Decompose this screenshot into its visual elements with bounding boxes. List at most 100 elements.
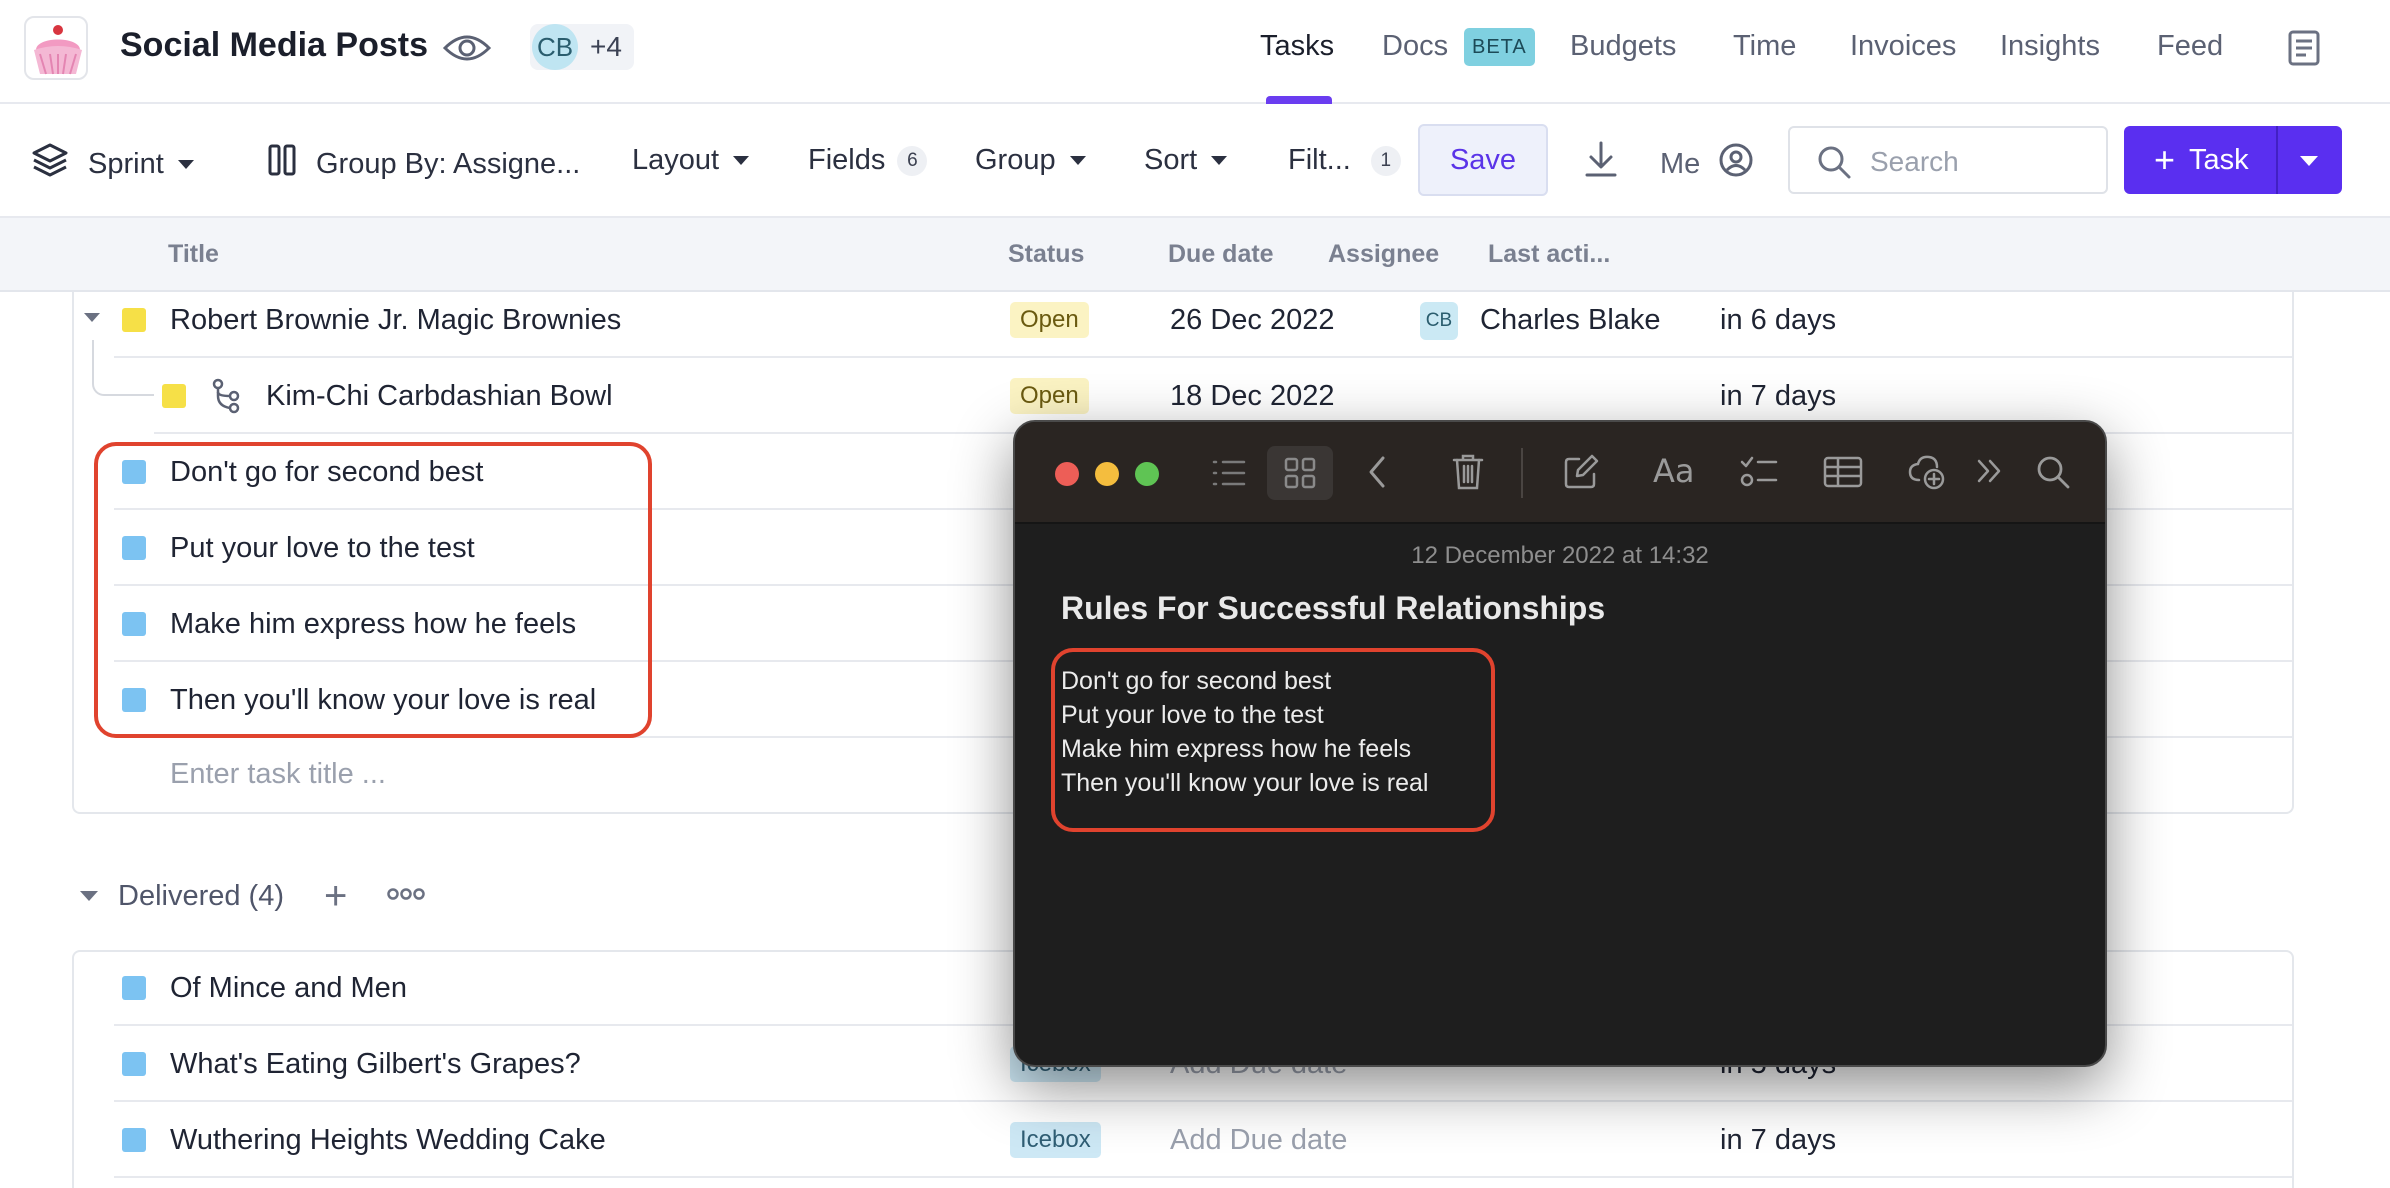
subtask-connector [92, 340, 154, 396]
search-icon [1816, 144, 1852, 185]
tab-insights[interactable]: Insights [2000, 30, 2100, 63]
avatar: CB [532, 24, 578, 70]
back-chevron-icon[interactable] [1365, 454, 1389, 495]
tab-feed[interactable]: Feed [2157, 30, 2223, 63]
beta-badge: BETA [1464, 28, 1535, 66]
tab-invoices[interactable]: Invoices [1850, 30, 1956, 63]
collapse-caret-icon[interactable] [80, 891, 98, 901]
status-badge[interactable]: Open [1010, 378, 1089, 414]
note-timestamp: 12 December 2022 at 14:32 [1411, 542, 1709, 569]
group-by-button[interactable]: Group By: Assigne... [268, 144, 580, 184]
layout-label: Layout [632, 144, 720, 176]
notes-toolbar: Aa [1015, 422, 2105, 524]
tab-budgets[interactable]: Budgets [1570, 30, 1676, 63]
sprint-label: Sprint [88, 147, 164, 180]
task-title[interactable]: Kim-Chi Carbdashian Bowl [266, 380, 613, 413]
add-task-label: + Task [2154, 126, 2249, 194]
top-header: Social Media Posts CB +4 Tasks Docs BETA… [0, 0, 2390, 104]
zoom-window-button[interactable] [1135, 462, 1159, 486]
avatar: CB [1420, 302, 1458, 340]
user-circle-icon [1718, 142, 1754, 186]
more-options-icon[interactable] [387, 887, 426, 906]
member-avatars[interactable]: CB +4 [530, 24, 634, 70]
table-icon[interactable] [1823, 456, 1863, 493]
layout-dropdown[interactable]: Layout [632, 144, 750, 177]
me-filter-button[interactable]: Me [1660, 142, 1754, 186]
collapse-caret-icon[interactable] [84, 313, 100, 322]
task-title[interactable]: What's Eating Gilbert's Grapes? [170, 1048, 581, 1081]
due-date[interactable]: 26 Dec 2022 [1170, 304, 1334, 337]
eye-icon[interactable] [442, 28, 492, 68]
table-row[interactable]: Wuthering Heights Wedding Cake Icebox Ad… [114, 1102, 2292, 1178]
toolbar-divider [1521, 448, 1523, 498]
group-dropdown[interactable]: Group [975, 144, 1086, 177]
column-due-date[interactable]: Due date [1168, 240, 1274, 269]
column-last-activity[interactable]: Last acti... [1488, 240, 1610, 269]
sort-dropdown[interactable]: Sort [1144, 144, 1228, 177]
columns-icon [268, 144, 296, 184]
task-button-text: Task [2189, 143, 2249, 176]
notes-window[interactable]: Aa 12 December 2022 at 14:32 Rules For S… [1013, 420, 2107, 1067]
highlight-annotation [94, 442, 652, 738]
task-title[interactable]: Robert Brownie Jr. Magic Brownies [170, 304, 621, 337]
filter-button[interactable]: Filt... 1 [1288, 144, 1401, 177]
fields-label: Fields [808, 144, 886, 176]
chevron-down-icon[interactable] [2300, 156, 2318, 166]
assignee-name[interactable]: Charles Blake [1480, 304, 1661, 337]
task-color-marker [122, 976, 146, 1000]
group-header-delivered[interactable]: Delivered (4) + [80, 876, 426, 916]
due-date[interactable]: 18 Dec 2022 [1170, 380, 1334, 413]
group-label: Delivered (4) [118, 879, 284, 912]
plus-icon[interactable]: + [324, 876, 347, 916]
column-status[interactable]: Status [1008, 240, 1084, 269]
more-chevrons-icon[interactable] [1975, 456, 2005, 491]
due-date[interactable]: Add Due date [1170, 1124, 1347, 1157]
new-task-input[interactable]: Enter task title ... [170, 758, 386, 791]
search-input[interactable]: Search [1788, 126, 2108, 194]
download-icon[interactable] [1584, 140, 1618, 178]
filter-label: Filt... [1288, 144, 1351, 176]
text-format-icon[interactable]: Aa [1653, 452, 1695, 490]
fields-button[interactable]: Fields 6 [808, 144, 928, 177]
plus-icon: + [2154, 139, 2176, 180]
close-window-button[interactable] [1055, 462, 1079, 486]
column-title[interactable]: Title [168, 240, 219, 269]
more-members-count: +4 [590, 31, 622, 62]
me-label: Me [1660, 147, 1701, 180]
chevron-down-icon [733, 156, 750, 165]
active-tab-indicator [1266, 96, 1332, 104]
group-by-label: Group By: Assigne... [316, 147, 581, 180]
task-title[interactable]: Of Mince and Men [170, 972, 407, 1005]
sprint-dropdown[interactable]: Sprint [32, 142, 194, 186]
add-task-button[interactable]: + Task [2124, 126, 2342, 194]
last-activity: in 7 days [1720, 1124, 1837, 1156]
tab-docs[interactable]: Docs [1382, 30, 1448, 63]
collaborate-icon[interactable] [1907, 452, 1947, 497]
table-row[interactable]: Robert Brownie Jr. Magic Brownies Open 2… [114, 282, 2292, 358]
status-badge[interactable]: Open [1010, 302, 1089, 338]
note-title[interactable]: Rules For Successful Relationships [1061, 590, 1605, 627]
toolbar: Sprint Group By: Assigne... Layout Field… [0, 104, 2390, 218]
chevron-down-icon [177, 159, 194, 169]
task-title[interactable]: Wuthering Heights Wedding Cake [170, 1124, 606, 1157]
column-assignee[interactable]: Assignee [1328, 240, 1439, 269]
search-icon[interactable] [2035, 454, 2071, 495]
tab-tasks[interactable]: Tasks [1260, 30, 1334, 63]
checklist-icon[interactable] [1739, 454, 1779, 495]
last-activity: in 7 days [1720, 380, 1837, 412]
tab-time[interactable]: Time [1733, 30, 1796, 63]
save-button[interactable]: Save [1418, 124, 1548, 196]
fields-count-badge: 6 [897, 145, 928, 176]
document-panel-icon[interactable] [2288, 30, 2320, 66]
compose-icon[interactable] [1563, 454, 1599, 495]
cupcake-logo-icon[interactable] [24, 16, 88, 80]
minimize-window-button[interactable] [1095, 462, 1119, 486]
list-view-icon[interactable] [1211, 458, 1247, 493]
filter-count-badge: 1 [1370, 145, 1401, 176]
gallery-view-icon[interactable] [1267, 446, 1333, 500]
task-color-marker [122, 308, 146, 332]
button-divider [2276, 126, 2278, 194]
column-header: Title Status Due date Assignee Last acti… [0, 218, 2390, 292]
trash-icon[interactable] [1451, 452, 1485, 497]
status-badge[interactable]: Icebox [1010, 1122, 1101, 1158]
